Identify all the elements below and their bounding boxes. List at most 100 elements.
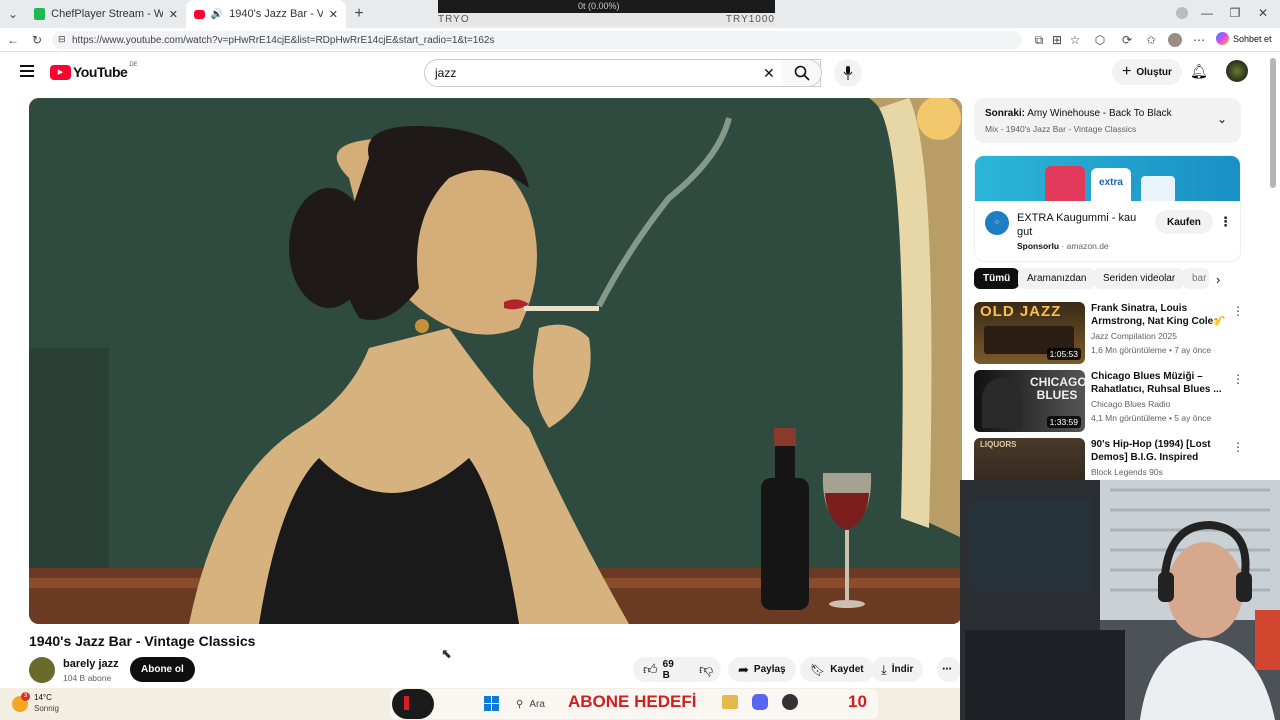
maximize-icon[interactable]: ❐ xyxy=(1228,6,1242,20)
discord-icon[interactable] xyxy=(752,694,768,710)
refresh-ext-icon[interactable]: ⟳ xyxy=(1120,33,1134,47)
user-avatar[interactable] xyxy=(1226,60,1248,82)
thumbnail-text: OLD JAZZ xyxy=(980,303,1062,320)
youtube-header: ▶ YouTube DE jazz ✕ + Oluştur 🔔︎ xyxy=(0,52,1280,94)
video-thumbnail: LIQUORS xyxy=(974,438,1085,480)
back-icon[interactable]: ← xyxy=(6,33,20,47)
ad-brand-text: extra xyxy=(1091,168,1131,201)
close-tab-icon[interactable]: ✕ xyxy=(169,8,178,21)
video-thumbnail: CHICAGO BLUES 1:33:59 xyxy=(974,370,1085,432)
close-window-icon[interactable]: ✕ xyxy=(1256,6,1270,20)
close-tab-icon[interactable]: ✕ xyxy=(329,8,338,21)
plus-icon: + xyxy=(1122,63,1132,80)
chip-bar[interactable]: bar xyxy=(1183,268,1209,289)
share-icon: ➦ xyxy=(738,661,749,677)
youtube-favicon-icon xyxy=(194,9,205,19)
like-button[interactable]: 👍︎ 69 B xyxy=(633,657,693,682)
video-title: Frank Sinatra, Louis Armstrong, Nat King… xyxy=(1091,303,1226,327)
weather-condition: Sonnig xyxy=(34,704,59,713)
translate-icon[interactable]: ⧉ xyxy=(1032,33,1046,47)
video-more-icon[interactable]: ⋮ xyxy=(1232,372,1244,386)
video-more-icon[interactable]: ⋮ xyxy=(1232,304,1244,318)
overlay-right-text: TRY1000 xyxy=(725,14,775,25)
dislike-button[interactable]: 👎︎ xyxy=(693,657,721,682)
microphone-icon xyxy=(843,66,853,80)
voice-search-button[interactable] xyxy=(834,59,862,87)
related-video[interactable]: OLD JAZZ 1:05:53 Frank Sinatra, Louis Ar… xyxy=(974,302,1244,366)
overlay-center-text: 0t (0.00%) xyxy=(578,1,620,11)
channel-name[interactable]: barely jazz xyxy=(63,658,119,670)
reload-icon[interactable]: ↻ xyxy=(30,33,44,47)
url-text: https://www.youtube.com/watch?v=pHwRrE14… xyxy=(72,34,495,46)
region-code: DE xyxy=(129,62,138,68)
stream-overlay: 0t (0.00%) TRYO TRY1000 xyxy=(438,0,775,25)
video-duration: 1:33:59 xyxy=(1046,416,1081,428)
chevron-down-icon[interactable]: ⌄ xyxy=(1217,112,1227,126)
bookmark-icon: 🔖︎ xyxy=(810,662,826,677)
download-icon: ⤓ xyxy=(881,661,887,677)
ad-card[interactable]: extra ○ EXTRA Kaugummi - kau gut Sponsor… xyxy=(974,155,1241,262)
download-button[interactable]: ⤓ İndir xyxy=(871,657,924,682)
mouse-cursor-icon: ⬉ xyxy=(441,646,452,661)
search-button[interactable] xyxy=(782,59,822,87)
channel-avatar[interactable] xyxy=(29,657,55,683)
kick-favicon-icon xyxy=(34,8,46,20)
chip-all[interactable]: Tümü xyxy=(974,268,1020,289)
windows-taskbar: 3 14°C Sonnig ⚲ Ara ABONE HEDEFİ 10 xyxy=(0,688,960,720)
video-meta: 4,1 Mn görüntüleme • 5 ay önce xyxy=(1091,413,1212,423)
up-next-panel[interactable]: Sonraki: Amy Winehouse - Back To Black M… xyxy=(974,98,1241,143)
subscriber-goal-number: 10 xyxy=(848,692,867,711)
url-field[interactable]: ⊟ https://www.youtube.com/watch?v=pHwRrE… xyxy=(52,31,1022,49)
buy-button[interactable]: Kaufen xyxy=(1155,210,1213,234)
video-frame-illustration xyxy=(29,98,962,624)
site-info-icon[interactable]: ⊟ xyxy=(58,34,66,45)
tab-title: ChefPlayer Stream - Watch Live on xyxy=(51,8,163,20)
hamburger-menu-icon[interactable] xyxy=(20,65,34,77)
video-more-icon[interactable]: ⋮ xyxy=(1232,440,1240,454)
related-video[interactable]: CHICAGO BLUES 1:33:59 Chicago Blues Müzi… xyxy=(974,370,1244,434)
minimize-icon[interactable]: — xyxy=(1200,6,1214,20)
taskbar-search[interactable]: ⚲ Ara xyxy=(508,694,568,714)
copilot-chat-button[interactable]: Sohbet et xyxy=(1216,32,1272,45)
extensions-icon[interactable]: ⬡ xyxy=(1093,33,1107,47)
more-actions-button[interactable]: ⋯ xyxy=(937,657,961,682)
ad-more-icon[interactable]: ⋮ xyxy=(1219,214,1232,230)
video-duration: 1:05:53 xyxy=(1046,348,1081,360)
like-count: 69 B xyxy=(662,658,674,681)
tab-chefplayer[interactable]: ChefPlayer Stream - Watch Live on ✕ xyxy=(26,0,186,28)
collections-icon[interactable]: ✩ xyxy=(1144,33,1158,47)
new-tab-icon[interactable]: + xyxy=(352,6,366,22)
video-player[interactable] xyxy=(29,98,962,624)
video-title: 1940's Jazz Bar - Vintage Classics xyxy=(29,633,256,649)
related-video[interactable]: LIQUORS 90's Hip-Hop (1994) [Lost Demos]… xyxy=(974,438,1240,480)
subscriber-goal-text: ABONE HEDEFİ xyxy=(568,692,697,711)
share-button[interactable]: ➦ Paylaş xyxy=(728,657,796,682)
page-scrollbar[interactable] xyxy=(1270,58,1276,188)
logo-text: YouTube xyxy=(73,64,128,80)
file-explorer-icon[interactable] xyxy=(722,695,738,709)
chip-series[interactable]: Seriden videolar xyxy=(1094,268,1185,289)
clear-search-icon[interactable]: ✕ xyxy=(763,65,775,82)
steam-icon[interactable] xyxy=(782,694,798,710)
apps-icon[interactable]: ⊞ xyxy=(1050,33,1064,47)
chip-from-search[interactable]: Aramanızdan xyxy=(1018,268,1096,289)
create-button[interactable]: + Oluştur xyxy=(1112,59,1182,85)
account-avatar[interactable] xyxy=(1168,33,1182,47)
video-title: 90's Hip-Hop (1994) [Lost Demos] B.I.G. … xyxy=(1091,439,1211,463)
more-menu-icon[interactable]: ⋯ xyxy=(1192,33,1206,47)
webcam-overlay xyxy=(960,480,1280,720)
favorite-star-icon[interactable]: ☆ xyxy=(1068,33,1082,47)
search-input[interactable]: jazz ✕ xyxy=(424,59,821,87)
subscribe-button[interactable]: Abone ol xyxy=(130,657,195,682)
youtube-logo[interactable]: ▶ YouTube DE xyxy=(50,62,138,80)
tab-youtube[interactable]: 🔊 1940's Jazz Bar - Vintage Clas ✕ xyxy=(186,0,346,28)
webcam-image xyxy=(960,480,1280,720)
tab-list-icon[interactable]: ⌄ xyxy=(6,7,20,21)
save-button[interactable]: 🔖︎ Kaydet xyxy=(800,657,874,682)
speaker-icon[interactable]: 🔊 xyxy=(211,9,223,20)
windows-start-icon[interactable] xyxy=(484,696,499,711)
overlay-record-icon xyxy=(392,689,434,719)
profile-icon[interactable] xyxy=(1176,7,1188,19)
chevron-right-icon[interactable]: › xyxy=(1216,272,1220,287)
notifications-bell-icon[interactable]: 🔔︎ xyxy=(1190,63,1208,80)
